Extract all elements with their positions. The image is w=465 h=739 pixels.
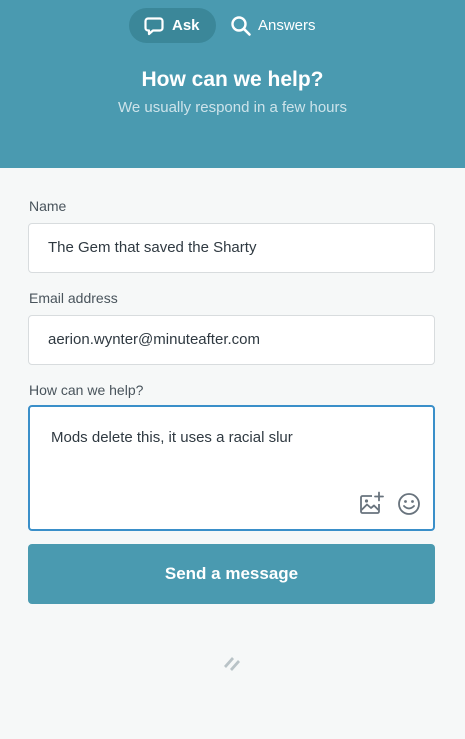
header-nav: Ask Answers bbox=[0, 8, 465, 44]
message-label: How can we help? bbox=[29, 382, 144, 398]
name-label: Name bbox=[29, 198, 67, 214]
name-field[interactable]: The Gem that saved the Sharty bbox=[28, 223, 435, 273]
tab-ask[interactable]: Ask bbox=[129, 8, 216, 43]
image-plus-icon[interactable] bbox=[358, 491, 384, 517]
tab-ask-label: Ask bbox=[172, 17, 200, 34]
message-textarea[interactable]: Mods delete this, it uses a racial slur bbox=[28, 405, 435, 531]
help-widget: Ask Answers How can we help? We usually … bbox=[0, 0, 465, 739]
email-field[interactable]: aerion.wynter@minuteafter.com bbox=[28, 315, 435, 365]
tab-answers[interactable]: Answers bbox=[230, 8, 330, 43]
widget-header: Ask Answers How can we help? We usually … bbox=[0, 0, 465, 168]
helpscout-logo-icon[interactable] bbox=[222, 654, 242, 674]
tab-answers-label: Answers bbox=[258, 17, 316, 34]
email-label: Email address bbox=[29, 290, 118, 306]
search-icon bbox=[230, 15, 252, 37]
smiley-icon[interactable] bbox=[396, 491, 422, 517]
header-title: How can we help? bbox=[141, 68, 324, 91]
send-message-button[interactable]: Send a message bbox=[28, 544, 435, 604]
header-subtitle: We usually respond in a few hours bbox=[117, 99, 347, 116]
message-text: Mods delete this, it uses a racial slur bbox=[51, 429, 293, 446]
speech-bubble-icon bbox=[144, 16, 164, 36]
